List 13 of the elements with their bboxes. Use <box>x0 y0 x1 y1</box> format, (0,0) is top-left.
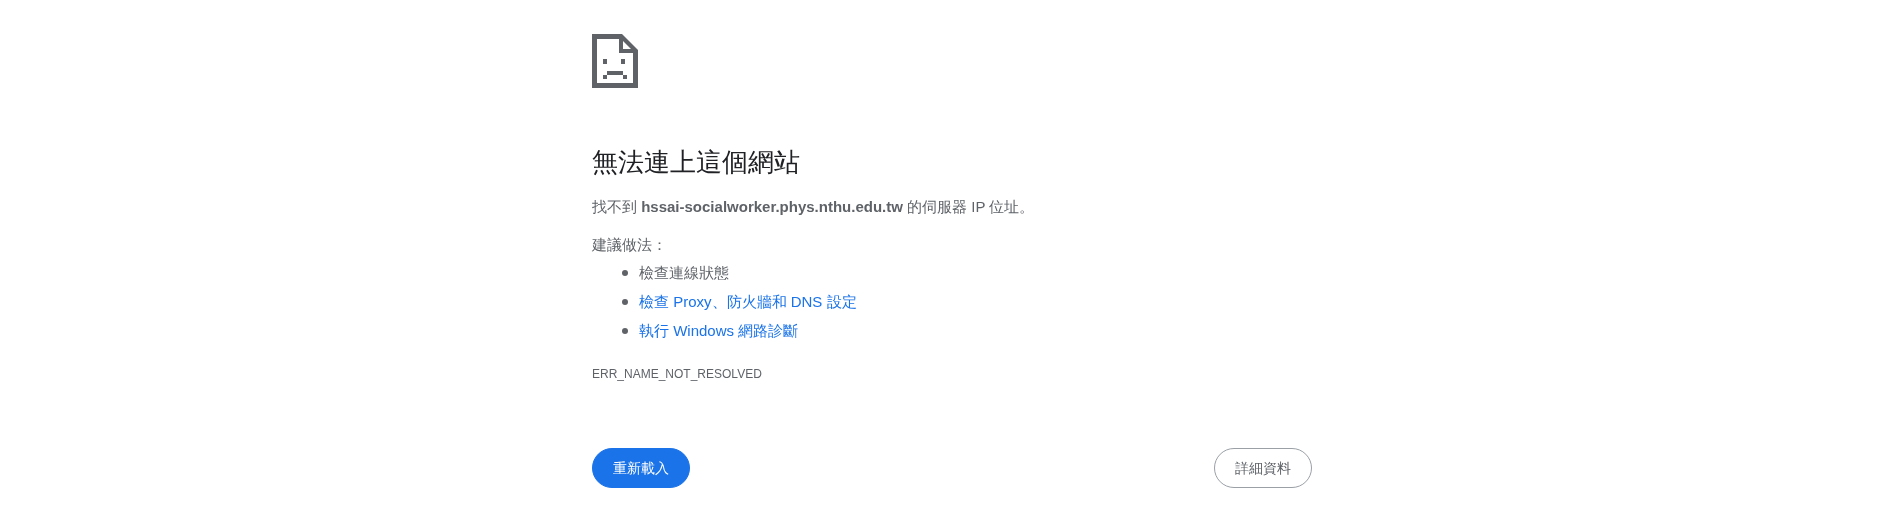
suggestions-heading: 建議做法： <box>592 235 667 255</box>
error-message: 找不到 hssai-socialworker.phys.nthu.edu.tw 的伺服器 IP 位址。 <box>592 197 1036 217</box>
details-button[interactable]: 詳細資料 <box>1214 448 1312 488</box>
sad-page-icon <box>592 34 638 88</box>
bullet-icon <box>622 328 628 334</box>
bullet-icon <box>622 270 628 276</box>
reload-button[interactable]: 重新載入 <box>592 448 690 488</box>
error-heading: 無法連上這個網站 <box>592 146 801 178</box>
bullet-icon <box>622 299 628 305</box>
suggestion-link[interactable]: 檢查 Proxy、防火牆和 DNS 設定 <box>639 292 857 312</box>
suggestion-text: 檢查連線狀態 <box>639 263 729 283</box>
suggestion-link[interactable]: 執行 Windows 網路診斷 <box>639 321 799 341</box>
error-code: ERR_NAME_NOT_RESOLVED <box>592 366 762 382</box>
